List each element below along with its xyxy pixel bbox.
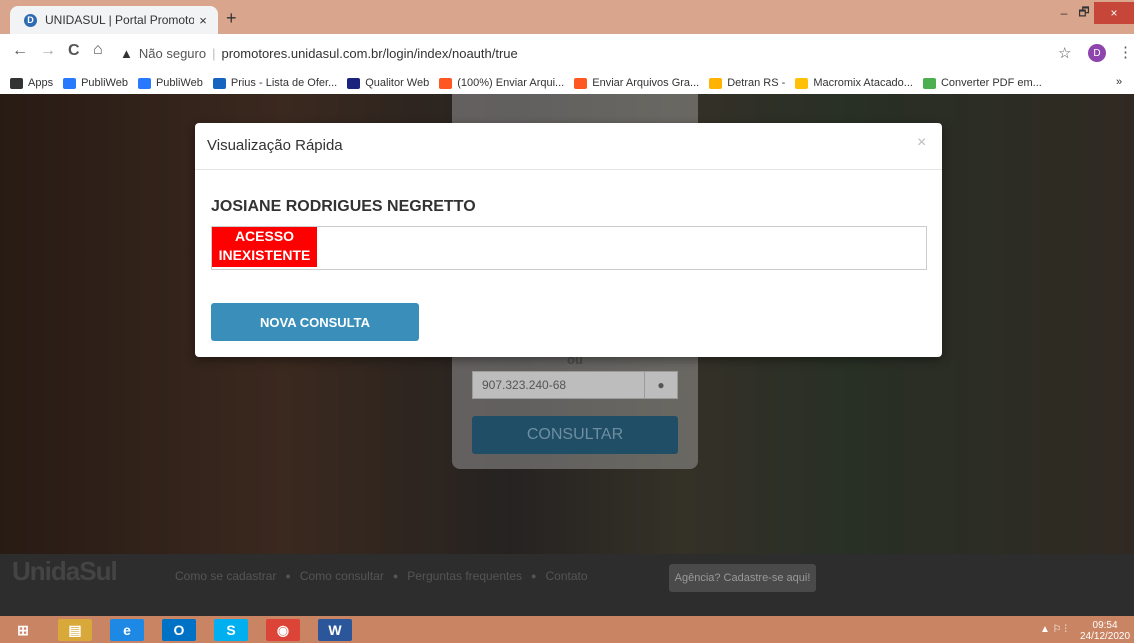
bookmark-favicon-icon xyxy=(63,77,77,89)
agency-signup-button[interactable]: Agência? Cadastre-se aqui! xyxy=(669,564,816,592)
status-badge: ACESSO INEXISTENTE xyxy=(212,227,317,267)
bookmark-star-icon[interactable]: ☆ xyxy=(1058,44,1071,62)
bookmark-label: Macromix Atacado... xyxy=(813,77,913,89)
footer-link[interactable]: Como consultar xyxy=(300,569,384,583)
bookmark-favicon-icon xyxy=(439,77,453,89)
forward-button[interactable]: → xyxy=(40,42,56,60)
footer-link[interactable]: Perguntas frequentes xyxy=(407,569,522,583)
clock-date: 24/12/2020 xyxy=(1080,631,1131,642)
bookmark-label: Enviar Arquivos Gra... xyxy=(592,77,700,89)
profile-avatar[interactable]: D xyxy=(1088,44,1106,62)
bookmark-favicon-icon xyxy=(795,77,809,89)
status-line-2: INEXISTENTE xyxy=(218,247,311,263)
security-label: Não seguro xyxy=(138,45,207,61)
maximize-button[interactable]: 🗗 xyxy=(1074,2,1094,24)
bookmark-item[interactable]: Qualitor Web xyxy=(347,77,429,89)
bookmark-favicon-icon xyxy=(10,77,23,89)
taskbar-app-icon[interactable]: S xyxy=(214,619,248,641)
window-close-button[interactable]: × xyxy=(1094,2,1134,24)
taskbar-app-icon[interactable]: O xyxy=(162,619,196,641)
taskbar-app-icon[interactable]: e xyxy=(110,619,144,641)
taskbar-clock[interactable]: 09:54 24/12/2020 xyxy=(1080,620,1130,642)
bookmark-item[interactable]: (100%) Enviar Arqui... xyxy=(439,77,564,89)
bookmark-item[interactable]: PubliWeb xyxy=(137,77,203,89)
tab-title: UNIDASUL | Portal Promotores xyxy=(45,13,194,27)
footer-link[interactable]: Contato xyxy=(545,569,587,583)
bookmark-favicon-icon xyxy=(137,77,151,89)
address-bar[interactable]: ▲ Não seguro | promotores.unidasul.com.b… xyxy=(120,40,1050,66)
status-box: ACESSO INEXISTENTE xyxy=(211,226,927,270)
footer-link[interactable]: Como se cadastrar xyxy=(175,569,276,583)
bookmarks-bar: Apps PubliWeb PubliWeb Prius - Lista de Ofe… xyxy=(0,72,1134,94)
bookmark-favicon-icon xyxy=(922,77,936,89)
consultar-button[interactable]: CONSULTAR xyxy=(472,416,678,454)
url-text: promotores.unidasul.com.br/login/index/n… xyxy=(221,45,518,61)
system-tray-icons[interactable]: ▲ ⚐ ⫶ xyxy=(1040,624,1067,635)
quick-view-modal: Visualização Rápida × JOSIANE RODRIGUES … xyxy=(195,123,942,357)
warning-icon: ▲ xyxy=(120,45,133,61)
bookmark-item[interactable]: Enviar Arquivos Gra... xyxy=(574,77,699,89)
bookmark-label: Qualitor Web xyxy=(365,77,430,89)
unidasul-logo[interactable]: UnidaSul xyxy=(12,556,118,587)
bookmark-item[interactable]: PubliWeb xyxy=(63,77,128,89)
clock-time: 09:54 xyxy=(1092,620,1118,631)
back-button[interactable]: ← xyxy=(12,42,28,60)
taskbar-app-icon[interactable]: W xyxy=(318,619,352,641)
bookmark-item[interactable]: Prius - Lista de Ofer... xyxy=(212,77,338,89)
bookmark-item[interactable]: Converter PDF em... xyxy=(922,77,1042,89)
person-name: JOSIANE RODRIGUES NEGRETTO xyxy=(211,198,476,215)
taskbar-app-icon[interactable]: ◉ xyxy=(266,619,300,641)
bookmark-favicon-icon xyxy=(709,77,723,89)
bookmark-favicon-icon xyxy=(574,77,588,89)
user-icon: ● xyxy=(644,372,677,398)
modal-title: Visualização Rápida xyxy=(207,137,343,154)
bookmark-item[interactable]: Macromix Atacado... xyxy=(795,77,913,89)
reload-button[interactable]: C xyxy=(68,42,80,60)
taskbar-app-icon[interactable]: ▤ xyxy=(58,619,92,641)
bookmark-label: Detran RS - xyxy=(727,77,786,89)
bookmark-label: Apps xyxy=(28,77,54,89)
home-button[interactable]: ⌂ xyxy=(93,41,103,59)
bookmark-favicon-icon xyxy=(212,77,226,89)
bookmark-favicon-icon xyxy=(347,77,361,89)
minimize-button[interactable]: – xyxy=(1054,2,1074,24)
bookmark-label: PubliWeb xyxy=(81,77,128,89)
bookmark-label: Prius - Lista de Ofer... xyxy=(230,77,338,89)
cpf-input[interactable]: 907.323.240-68 ● xyxy=(472,371,678,399)
footer-links: Como se cadastrar ● Como consultar ● Pergunt… xyxy=(175,569,588,583)
modal-close-icon[interactable]: × xyxy=(917,134,926,152)
browser-tab[interactable]: D UNIDASUL | Portal Promotores × xyxy=(10,6,218,34)
bookmark-label: PubliWeb xyxy=(155,77,203,89)
bookmark-label: Converter PDF em... xyxy=(940,77,1042,89)
cpf-value: 907.323.240-68 xyxy=(482,378,567,392)
bookmark-label: (100%) Enviar Arqui... xyxy=(457,77,565,89)
nova-consulta-button[interactable]: NOVA CONSULTA xyxy=(211,303,419,341)
taskbar-app-icon[interactable]: ⊞ xyxy=(6,619,40,641)
bookmarks-more-button[interactable]: » xyxy=(1116,76,1122,88)
footer-separator-icon: ● xyxy=(531,571,537,581)
unidasul-favicon-icon: D xyxy=(24,13,37,27)
browser-menu-icon[interactable]: ⋮ xyxy=(1118,43,1133,61)
address-separator: | xyxy=(212,45,216,61)
footer-separator-icon: ● xyxy=(285,571,291,581)
new-tab-button[interactable]: + xyxy=(226,8,237,29)
tab-close-icon[interactable]: × xyxy=(194,13,212,28)
bookmark-item[interactable]: Apps xyxy=(10,77,53,89)
site-footer xyxy=(0,554,1134,616)
bookmark-item[interactable]: Detran RS - xyxy=(709,77,785,89)
status-line-1: ACESSO xyxy=(234,228,295,244)
footer-separator-icon: ● xyxy=(392,571,399,581)
